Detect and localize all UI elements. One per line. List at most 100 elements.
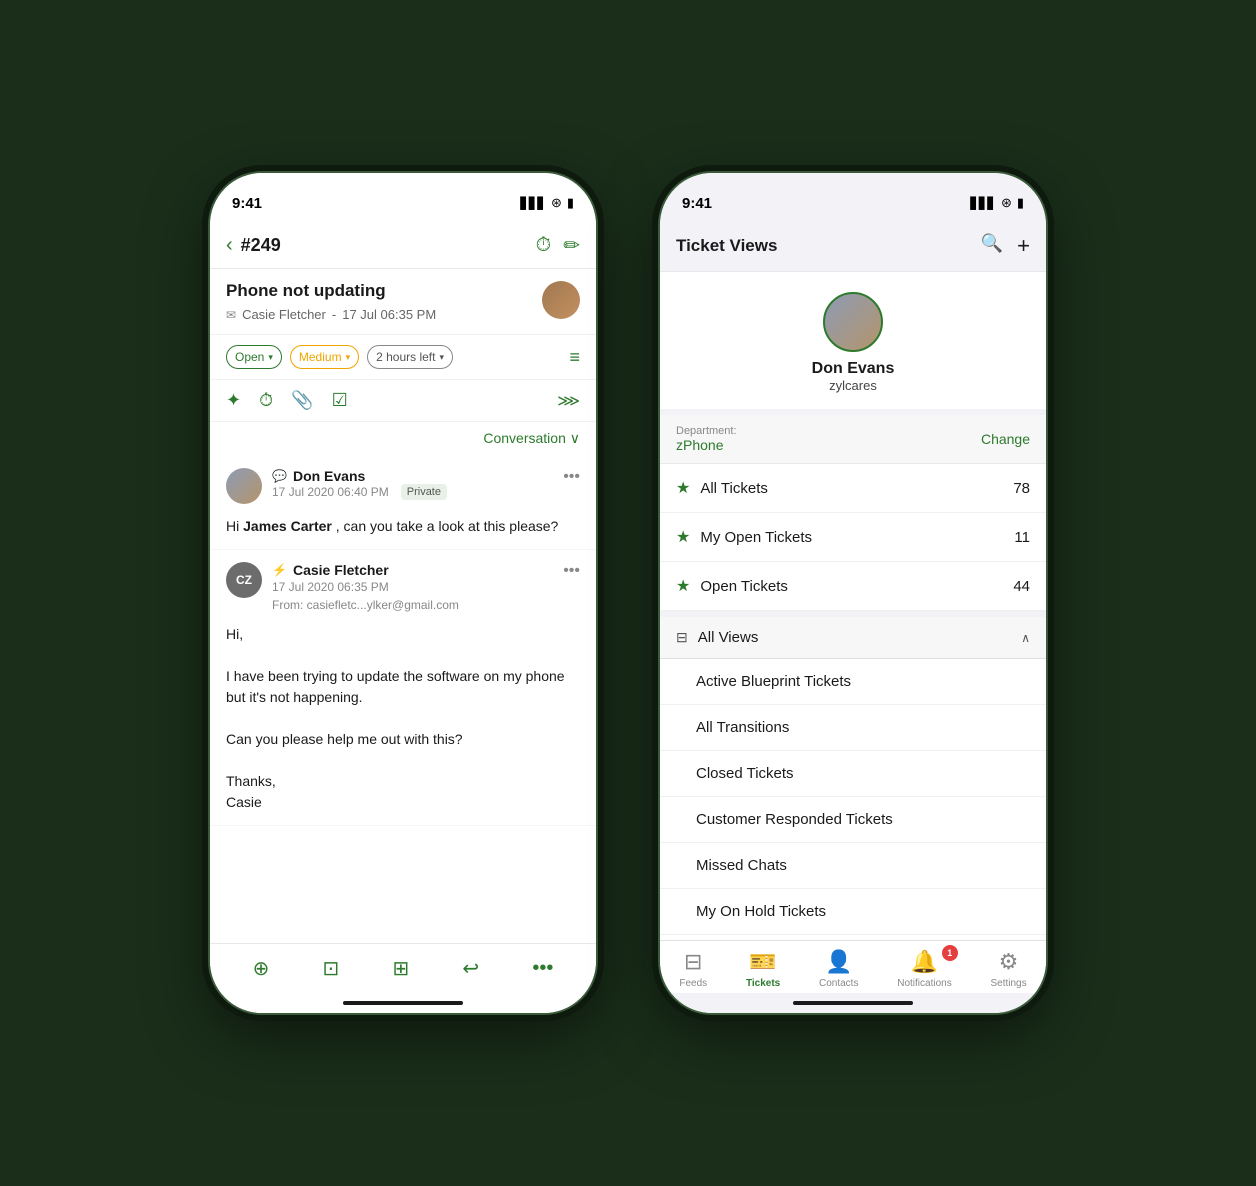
nav-notifications[interactable]: 🔔 1 Notifications	[897, 949, 951, 989]
phone-ticket-views: 9:41 ▋▋▋ ⊛ ▮ Ticket Views 🔍 + Don Evans …	[658, 171, 1048, 1015]
priority-label: Medium	[299, 350, 342, 364]
contacts-label: Contacts	[819, 978, 858, 989]
ticket-list: ★ All Tickets 78 ★ My Open Tickets 11	[660, 464, 1046, 940]
message-2-more[interactable]: •••	[563, 562, 580, 580]
dept-info: Department: zPhone	[676, 425, 737, 453]
message-2-body: Hi, I have been trying to update the sof…	[226, 620, 580, 813]
add-icon[interactable]: +	[1017, 233, 1030, 259]
conversation-caret: ∨	[570, 430, 580, 446]
status-icons-2: ▋▋▋ ⊛ ▮	[971, 195, 1024, 211]
menu-icon[interactable]: ≡	[569, 347, 580, 368]
template-icon[interactable]: ⊡	[323, 956, 340, 981]
note-icon[interactable]: ⊞	[392, 956, 409, 981]
view-missed-chats[interactable]: Missed Chats	[660, 843, 1046, 889]
message-1-info: 💬 Don Evans 17 Jul 2020 06:40 PM Private	[272, 468, 447, 500]
nav-settings[interactable]: ⚙ Settings	[990, 949, 1026, 989]
ticket-count-all: 78	[1013, 480, 1030, 497]
user-profile: Don Evans zylcares	[660, 272, 1046, 415]
message-2-author-row: CZ ⚡ Casie Fletcher 17 Jul 2020 06:35 PM…	[226, 562, 459, 612]
view-closed-tickets[interactable]: Closed Tickets	[660, 751, 1046, 797]
priority-chip[interactable]: Medium ▾	[290, 345, 359, 369]
ticket-view-all-tickets[interactable]: ★ All Tickets 78	[660, 464, 1046, 513]
ticket-name-all: All Tickets	[700, 480, 768, 497]
status-icons-1: ▋▋▋ ⊛ ▮	[521, 195, 574, 211]
checklist-icon[interactable]: ☑	[332, 390, 348, 411]
time-2: 9:41	[682, 195, 712, 212]
ticket-author: Casie Fletcher	[242, 307, 326, 322]
clock-icon[interactable]: ⏱	[259, 390, 273, 411]
wifi-icon: ⊛	[551, 195, 562, 211]
view-active-blueprint[interactable]: Active Blueprint Tickets	[660, 659, 1046, 705]
view-my-on-hold[interactable]: My On Hold Tickets	[660, 889, 1046, 935]
attachment-icon[interactable]: 📎	[291, 390, 313, 411]
wifi-icon-2: ⊛	[1001, 195, 1012, 211]
message-1-author-row: 💬 Don Evans 17 Jul 2020 06:40 PM Private	[226, 468, 447, 504]
nav-tickets[interactable]: 🎫 Tickets	[746, 949, 780, 989]
signal-icon-2: ▋▋▋	[971, 197, 996, 210]
profile-avatar	[823, 292, 883, 352]
department-row: Department: zPhone Change	[660, 415, 1046, 464]
notification-badge-count: 1	[942, 945, 958, 961]
nav-feeds[interactable]: ⊟ Feeds	[679, 949, 707, 989]
notifications-icon: 🔔	[911, 949, 938, 975]
home-indicator-1	[210, 993, 596, 1013]
ticket-view-my-open[interactable]: ★ My Open Tickets 11	[660, 513, 1046, 562]
battery-icon: ▮	[567, 195, 574, 211]
tv-header-icons: 🔍 +	[981, 233, 1030, 259]
ticket-date: 17 Jul 06:35 PM	[342, 307, 436, 322]
notifications-label: Notifications	[897, 978, 951, 989]
view-customer-responded[interactable]: Customer Responded Tickets	[660, 797, 1046, 843]
email-icon: ✉	[226, 308, 236, 322]
priority-caret: ▾	[346, 352, 351, 363]
ticket-dash: -	[332, 307, 336, 322]
star-my-open[interactable]: ★	[676, 527, 690, 547]
ticket-view-left-open: ★ Open Tickets	[676, 576, 788, 596]
status-label: Open	[235, 350, 264, 364]
expand-icon[interactable]: ⋙	[557, 391, 580, 411]
message-1-more[interactable]: •••	[563, 468, 580, 486]
settings-icon: ⚙	[999, 949, 1019, 975]
conversation-label[interactable]: Conversation ∨	[483, 430, 580, 446]
message-1-name: 💬 Don Evans	[272, 468, 447, 484]
status-chip-open[interactable]: Open ▾	[226, 345, 282, 369]
nav-contacts[interactable]: 👤 Contacts	[819, 949, 858, 989]
all-views-header[interactable]: ⊟ All Views ∧	[660, 617, 1046, 658]
time-1: 9:41	[232, 195, 262, 212]
message-2-time: 17 Jul 2020 06:35 PM	[272, 580, 389, 594]
feeds-label: Feeds	[679, 978, 707, 989]
search-icon[interactable]: 🔍	[981, 233, 1003, 259]
profile-company: zylcares	[829, 378, 877, 393]
ticket-info: Phone not updating ✉ Casie Fletcher - 17…	[210, 269, 596, 335]
conversation-header: Conversation ∨	[210, 422, 596, 456]
move-icon[interactable]: ⊕	[253, 956, 270, 981]
more-icon[interactable]: •••	[532, 957, 553, 980]
status-chips: Open ▾ Medium ▾ 2 hours left ▾	[226, 345, 453, 369]
star-open[interactable]: ★	[676, 576, 690, 596]
dept-label: Department:	[676, 425, 737, 437]
view-all-transitions[interactable]: All Transitions	[660, 705, 1046, 751]
star-all-tickets[interactable]: ★	[676, 478, 690, 498]
back-button[interactable]: ‹	[226, 234, 233, 257]
ticket-meta: ✉ Casie Fletcher - 17 Jul 06:35 PM	[226, 307, 436, 322]
ticket-views-header: Ticket Views 🔍 +	[660, 223, 1046, 272]
dept-change-button[interactable]: Change	[981, 431, 1030, 447]
timer-icon[interactable]: ⏱	[536, 234, 552, 257]
ticket-view-open[interactable]: ★ Open Tickets 44	[660, 562, 1046, 611]
lightbulb-icon[interactable]: ✦	[226, 390, 241, 411]
reply-icon[interactable]: ↩	[462, 956, 479, 981]
edit-icon[interactable]: ✏	[563, 233, 580, 258]
message-1-body: Hi James Carter , can you take a look at…	[226, 512, 580, 537]
message-2: CZ ⚡ Casie Fletcher 17 Jul 2020 06:35 PM…	[210, 550, 596, 826]
home-bar-2	[793, 1001, 913, 1005]
home-indicator-2	[660, 993, 1046, 1013]
messages-area[interactable]: 💬 Don Evans 17 Jul 2020 06:40 PM Private…	[210, 456, 596, 943]
ticket-status-row: Open ▾ Medium ▾ 2 hours left ▾ ≡	[210, 335, 596, 380]
ticket-number: #249	[241, 235, 281, 256]
time-chip[interactable]: 2 hours left ▾	[367, 345, 453, 369]
lightning-icon: ⚡	[272, 563, 287, 577]
message-2-name: ⚡ Casie Fletcher	[272, 562, 459, 578]
signal-icon: ▋▋▋	[521, 197, 546, 210]
phone-conversation: 9:41 ▋▋▋ ⊛ ▮ ‹ #249 ⏱ ✏	[208, 171, 598, 1015]
time-left: 2 hours left	[376, 350, 435, 364]
message-2-info: ⚡ Casie Fletcher 17 Jul 2020 06:35 PM Fr…	[272, 562, 459, 612]
